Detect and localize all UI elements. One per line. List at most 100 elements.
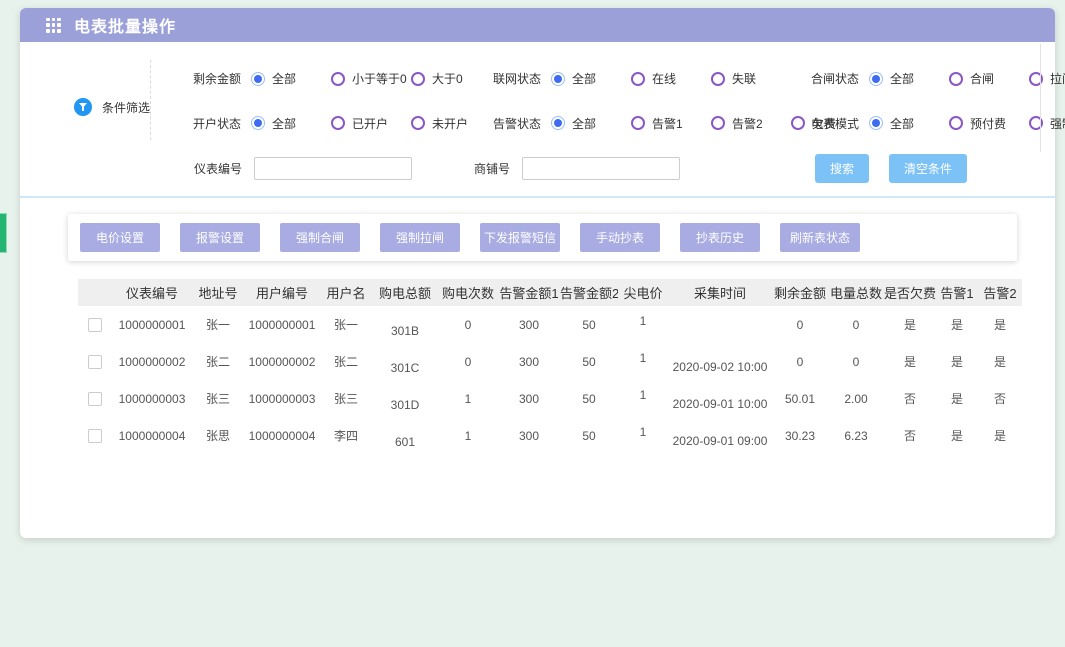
table-cell: 0 xyxy=(772,343,828,380)
radio-button-icon[interactable] xyxy=(411,116,425,130)
meter-number-input[interactable] xyxy=(254,157,412,180)
table-cell-value: 张三 xyxy=(334,392,358,406)
table-cell-value: 0 xyxy=(853,318,860,332)
action-button-6[interactable]: 抄表历史 xyxy=(680,223,760,252)
table-cell: 1000000004 xyxy=(112,417,192,454)
table-cell: 是 xyxy=(884,343,936,380)
radio-option[interactable]: 失联 xyxy=(711,70,791,87)
radio-button-icon[interactable] xyxy=(411,72,425,86)
radio-button-icon[interactable] xyxy=(711,116,725,130)
radio-button-icon[interactable] xyxy=(251,72,265,86)
table-cell-value: 1 xyxy=(465,392,472,406)
table-cell: 是 xyxy=(884,306,936,343)
table-row: 1000000004张思1000000004李四60113005012020-0… xyxy=(78,417,1022,454)
radio-button-icon[interactable] xyxy=(949,116,963,130)
table-cell: 50.01 xyxy=(772,380,828,417)
action-button-0[interactable]: 电价设置 xyxy=(80,223,160,252)
table-cell: 2020-09-01 09:00 xyxy=(668,417,772,454)
table-cell-value: 301D xyxy=(391,398,420,412)
radio-option[interactable]: 强制模式 xyxy=(1029,115,1065,132)
radio-button-icon[interactable] xyxy=(791,116,805,130)
table-cell-value: 张一 xyxy=(206,318,230,332)
radio-button-icon[interactable] xyxy=(551,116,565,130)
action-button-7[interactable]: 刷新表状态 xyxy=(780,223,860,252)
search-button[interactable]: 搜索 xyxy=(815,154,869,183)
filter-group-label: 告警状态 xyxy=(493,115,541,132)
radio-option[interactable]: 全部 xyxy=(869,70,949,87)
radio-button-icon[interactable] xyxy=(551,72,565,86)
table-cell: 张一 xyxy=(320,306,372,343)
grid-menu-icon[interactable] xyxy=(46,18,61,33)
meter-table: 仪表编号地址号用户编号用户名购电总额购电次数告警金额1告警金额2尖电价采集时间剩… xyxy=(78,279,1022,454)
action-button-1[interactable]: 报警设置 xyxy=(180,223,260,252)
radio-button-icon[interactable] xyxy=(331,116,345,130)
radio-button-icon[interactable] xyxy=(331,72,345,86)
table-cell-value: 2020-09-01 09:00 xyxy=(673,434,768,448)
table-cell-value: 张二 xyxy=(334,355,358,369)
table-cell-value: 1 xyxy=(465,429,472,443)
action-button-3[interactable]: 强制拉闸 xyxy=(380,223,460,252)
action-button-4[interactable]: 下发报警短信 xyxy=(480,223,560,252)
filter-group-1: 联网状态全部在线失联 xyxy=(493,62,811,96)
clear-conditions-button[interactable]: 清空条件 xyxy=(889,154,967,183)
row-checkbox[interactable] xyxy=(88,429,102,443)
table-cell: 2020-09-01 10:00 xyxy=(668,380,772,417)
radio-option[interactable]: 告警2 xyxy=(711,115,791,132)
meter-batch-panel: 电表批量操作 条件筛选 剩余金额全部小于等于0大于0联网状态全部在线失联合闸状态… xyxy=(20,8,1055,538)
table-cell-value: 1000000001 xyxy=(249,318,316,332)
meter-number-label: 仪表编号 xyxy=(194,160,242,177)
table-cell-value: 是 xyxy=(951,392,963,406)
radio-option[interactable]: 拉闸 xyxy=(1029,70,1065,87)
table-cell: 是 xyxy=(936,306,978,343)
table-cell-value: 300 xyxy=(519,429,539,443)
radio-button-icon[interactable] xyxy=(869,116,883,130)
radio-button-icon[interactable] xyxy=(711,72,725,86)
table-cell: 1 xyxy=(438,380,498,417)
filter-bottom-divider xyxy=(20,196,1055,198)
table-cell: 是 xyxy=(936,380,978,417)
radio-option[interactable]: 大于0 xyxy=(411,70,491,87)
table-cell-value: 1000000001 xyxy=(119,318,186,332)
action-button-2[interactable]: 强制合闸 xyxy=(280,223,360,252)
scrollbar-track[interactable] xyxy=(1040,44,1041,152)
radio-option[interactable]: 全部 xyxy=(869,115,949,132)
radio-button-icon[interactable] xyxy=(251,116,265,130)
filter-group-0: 剩余金额全部小于等于0大于0 xyxy=(193,62,493,96)
radio-option[interactable]: 预付费 xyxy=(949,115,1029,132)
table-cell-value: 50 xyxy=(582,429,595,443)
radio-button-icon[interactable] xyxy=(631,116,645,130)
table-cell-value: 是 xyxy=(904,355,916,369)
table-cell: 1000000001 xyxy=(244,306,320,343)
radio-option[interactable]: 合闸 xyxy=(949,70,1029,87)
radio-option[interactable]: 全部 xyxy=(551,70,631,87)
table-cell: 1 xyxy=(618,343,668,380)
table-cell: 张二 xyxy=(320,343,372,380)
radio-option[interactable]: 在线 xyxy=(631,70,711,87)
table-cell-value: 30.23 xyxy=(785,429,815,443)
radio-option[interactable]: 全部 xyxy=(251,115,331,132)
left-edge-collapse-tab[interactable] xyxy=(0,213,7,253)
radio-option-label: 全部 xyxy=(572,70,596,87)
filter-group-3: 开户状态全部已开户未开户 xyxy=(193,107,493,141)
radio-button-icon[interactable] xyxy=(949,72,963,86)
radio-option[interactable]: 已开户 xyxy=(331,115,411,132)
row-checkbox[interactable] xyxy=(88,392,102,406)
table-cell: 否 xyxy=(978,380,1022,417)
row-checkbox[interactable] xyxy=(88,355,102,369)
table-cell: 1000000004 xyxy=(244,417,320,454)
filter-panel-label: 条件筛选 xyxy=(102,99,150,116)
radio-option[interactable]: 小于等于0 xyxy=(331,70,411,87)
shop-number-input[interactable] xyxy=(522,157,680,180)
radio-option-label: 失联 xyxy=(732,70,756,87)
radio-option-label: 合闸 xyxy=(970,70,994,87)
row-checkbox[interactable] xyxy=(88,318,102,332)
radio-option[interactable]: 全部 xyxy=(551,115,631,132)
radio-button-icon[interactable] xyxy=(869,72,883,86)
radio-option[interactable]: 全部 xyxy=(251,70,331,87)
table-cell: 0 xyxy=(828,343,884,380)
radio-option[interactable]: 告警1 xyxy=(631,115,711,132)
radio-option[interactable]: 未开户 xyxy=(411,115,491,132)
action-button-5[interactable]: 手动抄表 xyxy=(580,223,660,252)
radio-button-icon[interactable] xyxy=(631,72,645,86)
table-cell-value: 6.23 xyxy=(844,429,867,443)
